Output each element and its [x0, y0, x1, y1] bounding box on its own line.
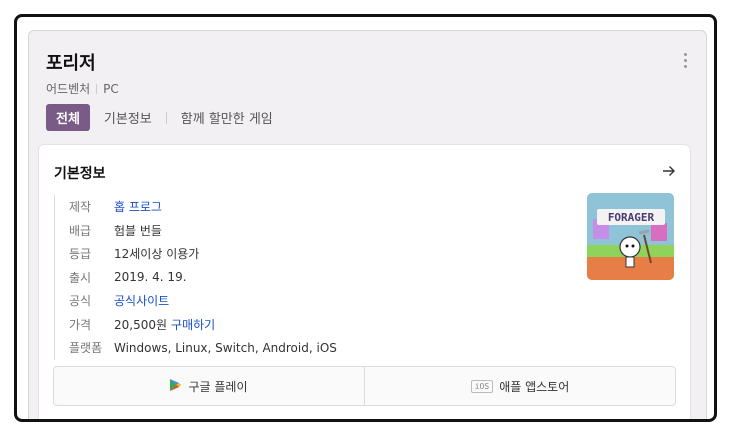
meta-divider — [96, 83, 98, 94]
tab-basic-info[interactable]: 기본정보 — [104, 108, 152, 127]
platforms-text: Windows, Linux, Switch, Android, iOS — [114, 340, 337, 355]
info-label: 공식 — [69, 294, 92, 309]
info-row-platforms: 플랫폼 Windows, Linux, Switch, Android, iOS — [69, 336, 337, 360]
info-label: 플랫폼 — [69, 341, 103, 356]
panel-title[interactable]: 기본정보 — [54, 163, 106, 183]
official-site-link[interactable]: 공식사이트 — [114, 292, 169, 309]
info-row-rating: 등급 12세이상 이용가 — [69, 242, 337, 266]
info-label: 등급 — [69, 247, 92, 262]
google-play-icon — [170, 378, 182, 394]
developer-link[interactable]: 홉 프로그 — [114, 198, 162, 215]
buy-link[interactable]: 구매하기 — [171, 316, 215, 333]
game-meta: 어드벤처 PC — [46, 80, 119, 97]
info-list: 제작 홉 프로그 배급 험블 번들 등급 12세이상 이용가 출시 2019. … — [54, 195, 337, 360]
info-row-official: 공식 공식사이트 — [69, 289, 337, 313]
info-row-developer: 제작 홉 프로그 — [69, 195, 337, 219]
info-label: 가격 — [69, 317, 92, 332]
apple-app-store-button[interactable]: iOS 애플 앱스토어 — [364, 367, 675, 405]
store-buttons: 구글 플레이 iOS 애플 앱스토어 — [53, 366, 676, 406]
genre-text: 어드벤처 — [46, 82, 91, 96]
game-cover-image[interactable]: FORAGER — [587, 193, 674, 280]
arrow-right-icon[interactable] — [662, 163, 676, 181]
ios-badge-icon: iOS — [470, 379, 494, 393]
info-row-release: 출시 2019. 4. 19. — [69, 266, 337, 290]
more-options-icon[interactable] — [684, 53, 688, 71]
game-title: 포리저 — [46, 53, 96, 74]
game-info-card: 포리저 어드벤처 PC 전체 기본정보 함께 할만한 게임 기본정보 제작 홉 … — [28, 30, 707, 419]
tab-bar: 전체 기본정보 함께 할만한 게임 — [46, 104, 273, 131]
price-text: 20,500원 — [114, 317, 168, 332]
rating-text: 12세이상 이용가 — [114, 247, 200, 262]
google-play-button[interactable]: 구글 플레이 — [54, 367, 364, 405]
window-frame: 포리저 어드벤처 PC 전체 기본정보 함께 할만한 게임 기본정보 제작 홉 … — [14, 14, 717, 422]
release-date-text: 2019. 4. 19. — [114, 270, 187, 285]
google-play-label: 구글 플레이 — [188, 379, 248, 394]
tab-all[interactable]: 전체 — [46, 104, 90, 131]
svg-text:FORAGER: FORAGER — [608, 211, 655, 224]
publisher-text: 험블 번들 — [114, 223, 162, 238]
platform-text: PC — [103, 81, 119, 96]
info-label: 제작 — [69, 200, 92, 215]
tab-divider — [165, 111, 167, 124]
info-label: 배급 — [69, 223, 92, 238]
apple-store-label: 애플 앱스토어 — [499, 379, 570, 394]
info-row-publisher: 배급 험블 번들 — [69, 219, 337, 243]
info-row-price: 가격 20,500원 구매하기 — [69, 313, 337, 337]
info-label: 출시 — [69, 270, 92, 285]
basic-info-panel: 기본정보 제작 홉 프로그 배급 험블 번들 등급 12세이상 이용가 출시 2… — [38, 144, 691, 419]
tab-similar-games[interactable]: 함께 할만한 게임 — [181, 108, 273, 127]
